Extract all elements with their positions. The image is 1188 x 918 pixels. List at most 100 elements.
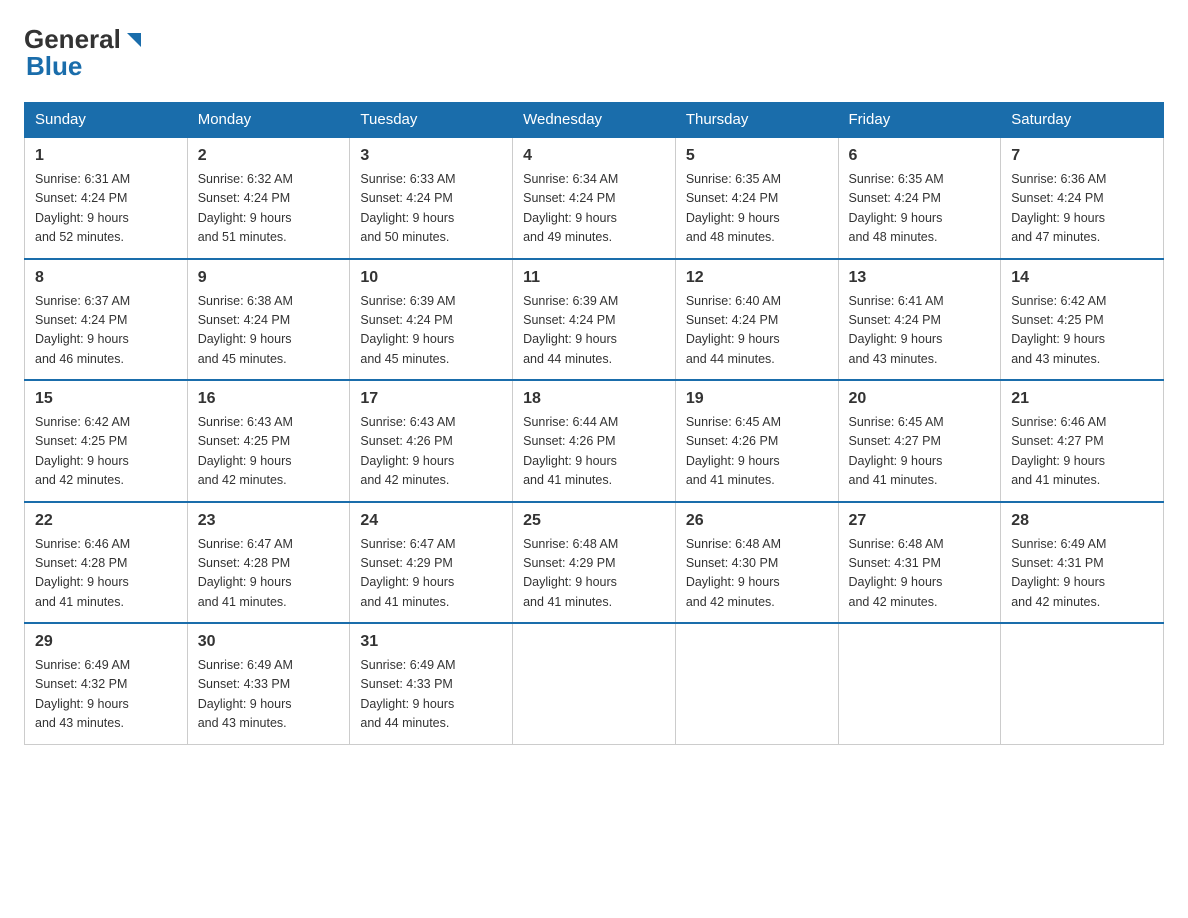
day-info: Sunrise: 6:43 AMSunset: 4:25 PMDaylight:…	[198, 413, 340, 491]
calendar-cell: 18Sunrise: 6:44 AMSunset: 4:26 PMDayligh…	[513, 380, 676, 502]
week-row-2: 8Sunrise: 6:37 AMSunset: 4:24 PMDaylight…	[25, 259, 1164, 381]
day-info: Sunrise: 6:46 AMSunset: 4:27 PMDaylight:…	[1011, 413, 1153, 491]
calendar-cell: 9Sunrise: 6:38 AMSunset: 4:24 PMDaylight…	[187, 259, 350, 381]
day-info: Sunrise: 6:35 AMSunset: 4:24 PMDaylight:…	[849, 170, 991, 248]
day-info: Sunrise: 6:39 AMSunset: 4:24 PMDaylight:…	[360, 292, 502, 370]
day-number: 12	[686, 266, 828, 290]
day-info: Sunrise: 6:49 AMSunset: 4:31 PMDaylight:…	[1011, 535, 1153, 613]
calendar-cell: 23Sunrise: 6:47 AMSunset: 4:28 PMDayligh…	[187, 502, 350, 624]
day-info: Sunrise: 6:48 AMSunset: 4:29 PMDaylight:…	[523, 535, 665, 613]
calendar-cell: 11Sunrise: 6:39 AMSunset: 4:24 PMDayligh…	[513, 259, 676, 381]
calendar-cell	[1001, 623, 1164, 744]
day-info: Sunrise: 6:44 AMSunset: 4:26 PMDaylight:…	[523, 413, 665, 491]
header-thursday: Thursday	[675, 103, 838, 138]
day-info: Sunrise: 6:40 AMSunset: 4:24 PMDaylight:…	[686, 292, 828, 370]
day-number: 30	[198, 630, 340, 654]
calendar-cell	[838, 623, 1001, 744]
day-number: 18	[523, 387, 665, 411]
day-number: 7	[1011, 144, 1153, 168]
day-info: Sunrise: 6:45 AMSunset: 4:26 PMDaylight:…	[686, 413, 828, 491]
day-number: 25	[523, 509, 665, 533]
day-info: Sunrise: 6:49 AMSunset: 4:33 PMDaylight:…	[360, 656, 502, 734]
day-info: Sunrise: 6:31 AMSunset: 4:24 PMDaylight:…	[35, 170, 177, 248]
week-row-4: 22Sunrise: 6:46 AMSunset: 4:28 PMDayligh…	[25, 502, 1164, 624]
calendar-cell: 28Sunrise: 6:49 AMSunset: 4:31 PMDayligh…	[1001, 502, 1164, 624]
header-tuesday: Tuesday	[350, 103, 513, 138]
calendar-cell: 25Sunrise: 6:48 AMSunset: 4:29 PMDayligh…	[513, 502, 676, 624]
calendar-cell: 27Sunrise: 6:48 AMSunset: 4:31 PMDayligh…	[838, 502, 1001, 624]
calendar-cell: 14Sunrise: 6:42 AMSunset: 4:25 PMDayligh…	[1001, 259, 1164, 381]
calendar-cell: 3Sunrise: 6:33 AMSunset: 4:24 PMDaylight…	[350, 137, 513, 259]
header-wednesday: Wednesday	[513, 103, 676, 138]
day-number: 14	[1011, 266, 1153, 290]
calendar-cell: 30Sunrise: 6:49 AMSunset: 4:33 PMDayligh…	[187, 623, 350, 744]
calendar-table: SundayMondayTuesdayWednesdayThursdayFrid…	[24, 102, 1164, 745]
calendar-cell: 12Sunrise: 6:40 AMSunset: 4:24 PMDayligh…	[675, 259, 838, 381]
day-number: 13	[849, 266, 991, 290]
page-header: General Blue	[24, 24, 1164, 82]
day-number: 15	[35, 387, 177, 411]
calendar-cell: 15Sunrise: 6:42 AMSunset: 4:25 PMDayligh…	[25, 380, 188, 502]
day-info: Sunrise: 6:39 AMSunset: 4:24 PMDaylight:…	[523, 292, 665, 370]
calendar-cell	[675, 623, 838, 744]
calendar-cell: 10Sunrise: 6:39 AMSunset: 4:24 PMDayligh…	[350, 259, 513, 381]
day-number: 11	[523, 266, 665, 290]
day-number: 6	[849, 144, 991, 168]
header-sunday: Sunday	[25, 103, 188, 138]
calendar-cell: 19Sunrise: 6:45 AMSunset: 4:26 PMDayligh…	[675, 380, 838, 502]
header-friday: Friday	[838, 103, 1001, 138]
calendar-cell: 26Sunrise: 6:48 AMSunset: 4:30 PMDayligh…	[675, 502, 838, 624]
logo-arrow-icon	[123, 29, 145, 51]
day-number: 4	[523, 144, 665, 168]
day-info: Sunrise: 6:49 AMSunset: 4:32 PMDaylight:…	[35, 656, 177, 734]
calendar-cell: 7Sunrise: 6:36 AMSunset: 4:24 PMDaylight…	[1001, 137, 1164, 259]
calendar-cell: 16Sunrise: 6:43 AMSunset: 4:25 PMDayligh…	[187, 380, 350, 502]
calendar-cell: 22Sunrise: 6:46 AMSunset: 4:28 PMDayligh…	[25, 502, 188, 624]
day-number: 3	[360, 144, 502, 168]
day-info: Sunrise: 6:36 AMSunset: 4:24 PMDaylight:…	[1011, 170, 1153, 248]
day-info: Sunrise: 6:42 AMSunset: 4:25 PMDaylight:…	[1011, 292, 1153, 370]
day-number: 17	[360, 387, 502, 411]
day-number: 8	[35, 266, 177, 290]
calendar-cell: 20Sunrise: 6:45 AMSunset: 4:27 PMDayligh…	[838, 380, 1001, 502]
day-info: Sunrise: 6:32 AMSunset: 4:24 PMDaylight:…	[198, 170, 340, 248]
calendar-cell: 24Sunrise: 6:47 AMSunset: 4:29 PMDayligh…	[350, 502, 513, 624]
weekday-header-row: SundayMondayTuesdayWednesdayThursdayFrid…	[25, 103, 1164, 138]
week-row-5: 29Sunrise: 6:49 AMSunset: 4:32 PMDayligh…	[25, 623, 1164, 744]
day-number: 5	[686, 144, 828, 168]
day-number: 1	[35, 144, 177, 168]
logo: General Blue	[24, 24, 145, 82]
calendar-cell: 1Sunrise: 6:31 AMSunset: 4:24 PMDaylight…	[25, 137, 188, 259]
calendar-cell	[513, 623, 676, 744]
day-info: Sunrise: 6:43 AMSunset: 4:26 PMDaylight:…	[360, 413, 502, 491]
day-info: Sunrise: 6:33 AMSunset: 4:24 PMDaylight:…	[360, 170, 502, 248]
calendar-cell: 8Sunrise: 6:37 AMSunset: 4:24 PMDaylight…	[25, 259, 188, 381]
day-number: 16	[198, 387, 340, 411]
day-info: Sunrise: 6:49 AMSunset: 4:33 PMDaylight:…	[198, 656, 340, 734]
day-number: 21	[1011, 387, 1153, 411]
header-monday: Monday	[187, 103, 350, 138]
day-info: Sunrise: 6:41 AMSunset: 4:24 PMDaylight:…	[849, 292, 991, 370]
day-info: Sunrise: 6:48 AMSunset: 4:31 PMDaylight:…	[849, 535, 991, 613]
day-number: 2	[198, 144, 340, 168]
day-number: 19	[686, 387, 828, 411]
calendar-cell: 17Sunrise: 6:43 AMSunset: 4:26 PMDayligh…	[350, 380, 513, 502]
day-info: Sunrise: 6:45 AMSunset: 4:27 PMDaylight:…	[849, 413, 991, 491]
day-number: 24	[360, 509, 502, 533]
day-number: 29	[35, 630, 177, 654]
calendar-cell: 4Sunrise: 6:34 AMSunset: 4:24 PMDaylight…	[513, 137, 676, 259]
calendar-cell: 31Sunrise: 6:49 AMSunset: 4:33 PMDayligh…	[350, 623, 513, 744]
day-info: Sunrise: 6:46 AMSunset: 4:28 PMDaylight:…	[35, 535, 177, 613]
day-info: Sunrise: 6:38 AMSunset: 4:24 PMDaylight:…	[198, 292, 340, 370]
day-info: Sunrise: 6:48 AMSunset: 4:30 PMDaylight:…	[686, 535, 828, 613]
day-number: 27	[849, 509, 991, 533]
week-row-3: 15Sunrise: 6:42 AMSunset: 4:25 PMDayligh…	[25, 380, 1164, 502]
day-number: 20	[849, 387, 991, 411]
day-info: Sunrise: 6:34 AMSunset: 4:24 PMDaylight:…	[523, 170, 665, 248]
day-info: Sunrise: 6:35 AMSunset: 4:24 PMDaylight:…	[686, 170, 828, 248]
day-info: Sunrise: 6:42 AMSunset: 4:25 PMDaylight:…	[35, 413, 177, 491]
day-number: 23	[198, 509, 340, 533]
day-info: Sunrise: 6:47 AMSunset: 4:29 PMDaylight:…	[360, 535, 502, 613]
day-number: 26	[686, 509, 828, 533]
day-info: Sunrise: 6:47 AMSunset: 4:28 PMDaylight:…	[198, 535, 340, 613]
